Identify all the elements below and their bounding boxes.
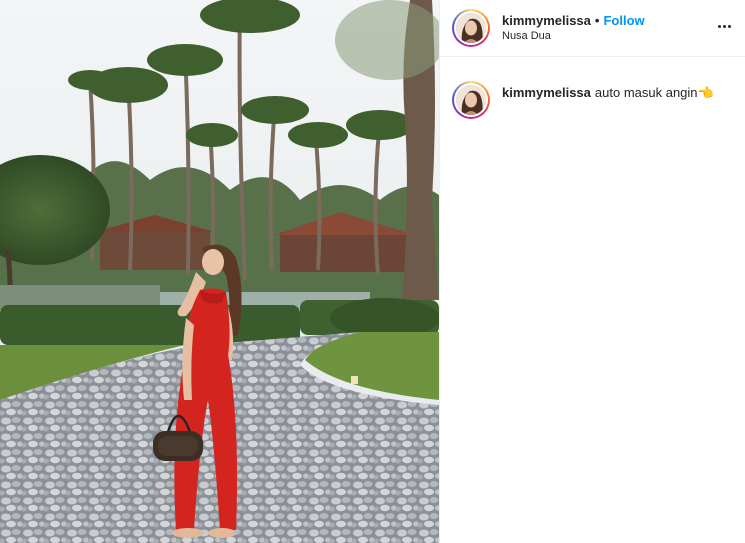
follow-button[interactable]: Follow xyxy=(603,13,644,28)
instagram-post: kimmymelissa • Follow Nusa Dua kimmymeli… xyxy=(0,0,745,543)
caption-avatar[interactable] xyxy=(456,85,486,115)
caption-avatar-photo xyxy=(456,85,486,115)
avatar[interactable] xyxy=(456,13,486,43)
caption-body: auto masuk angin👈 xyxy=(594,85,714,100)
caption-text: kimmymelissa auto masuk angin👈 xyxy=(502,84,714,102)
caption-username-link[interactable]: kimmymelissa xyxy=(502,85,591,100)
post-author: kimmymelissa • Follow Nusa Dua xyxy=(502,13,645,44)
caption: kimmymelissa auto masuk angin👈 xyxy=(440,57,745,119)
post-image xyxy=(0,0,439,543)
more-options-icon[interactable] xyxy=(713,16,735,36)
username-link[interactable]: kimmymelissa xyxy=(502,13,591,28)
post-header: kimmymelissa • Follow Nusa Dua xyxy=(440,0,745,57)
post-side-panel: kimmymelissa • Follow Nusa Dua kimmymeli… xyxy=(439,0,745,543)
avatar-photo xyxy=(456,13,486,43)
story-ring[interactable] xyxy=(452,9,490,47)
caption-story-ring[interactable] xyxy=(452,81,490,119)
separator-dot: • xyxy=(594,12,600,28)
post-photo[interactable] xyxy=(0,0,439,543)
location-link[interactable]: Nusa Dua xyxy=(502,29,645,44)
